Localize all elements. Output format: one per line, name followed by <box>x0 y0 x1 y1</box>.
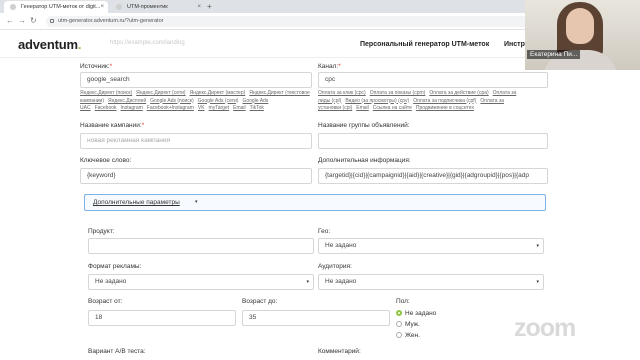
preset-link[interactable]: Оплата за клик (cpc) <box>318 90 366 96</box>
preset-link[interactable]: Ссылка на сайте <box>373 105 412 111</box>
close-tab-icon[interactable]: × <box>100 1 104 13</box>
age-from-label: Возраст от: <box>88 298 123 305</box>
preset-link[interactable]: Яндекс.Директ (сети) <box>136 90 185 96</box>
preset-link[interactable]: Продвижение в соцсетях <box>416 105 474 111</box>
favicon-icon <box>10 4 16 10</box>
geo-select-value: Не задано <box>325 242 357 249</box>
age-to-label: Возраст до: <box>242 298 278 305</box>
adgroup-input[interactable] <box>318 133 548 149</box>
close-tab-icon[interactable]: × <box>197 1 201 13</box>
extra-info-label: Дополнительная информация: <box>318 157 411 164</box>
radio-icon <box>396 332 402 338</box>
preset-link[interactable]: VK <box>198 105 205 111</box>
ab-test-label: Вариант А/В теста: <box>88 348 146 355</box>
age-from-input[interactable]: 18 <box>88 310 236 326</box>
preset-link[interactable]: Оплата за <box>480 98 504 104</box>
favicon-icon <box>116 4 122 10</box>
preset-link[interactable]: Email <box>356 105 369 111</box>
campaign-input[interactable]: новая рекламная кампания <box>80 133 312 149</box>
gender-radio-female[interactable]: Жен. <box>396 332 420 339</box>
back-arrow-icon[interactable]: ← <box>6 15 14 27</box>
browser-tab-utm-generator[interactable]: Генератор UTM-меток от digit... × <box>4 1 108 13</box>
preset-link[interactable]: Яндекс.Директ (текстовое <box>249 90 309 96</box>
chevron-down-icon: ▾ <box>536 279 539 285</box>
source-input[interactable]: google_search <box>80 72 312 88</box>
geo-label: Гео: <box>318 228 331 235</box>
channel-label: Канал:* <box>318 63 341 70</box>
adventum-logo[interactable]: adventum. <box>18 37 81 52</box>
preset-link[interactable]: Instagram <box>121 105 143 111</box>
chevron-down-icon: ▾ <box>195 199 198 205</box>
preset-link[interactable]: установки (cpi) <box>318 105 352 111</box>
preset-link[interactable]: Яндекс.Директ (мастер) <box>190 90 246 96</box>
lock-icon <box>50 19 54 23</box>
ad-format-label: Формат рекламы: <box>88 263 142 270</box>
product-label: Продукт: <box>88 228 115 235</box>
gender-radio-male[interactable]: Муж. <box>396 321 420 328</box>
preset-link[interactable]: Email <box>233 105 246 111</box>
browser-tab-utm-promentik[interactable]: UTM-проментик × <box>110 1 205 13</box>
preset-link[interactable]: Google Ads <box>242 98 268 104</box>
landing-url-placeholder[interactable]: https://example.com/landing <box>110 40 185 46</box>
gender-radio-unset[interactable]: Не задано <box>396 310 436 317</box>
chevron-down-icon: ▾ <box>306 279 309 285</box>
preset-link[interactable]: Яндекс.Дисплей <box>108 98 146 104</box>
participant-face <box>566 8 594 44</box>
campaign-label: Название кампании:* <box>80 122 145 129</box>
preset-link[interactable]: Оплата за <box>493 90 517 96</box>
audience-select-value: Не задано <box>325 278 357 285</box>
ad-format-select-value: Не задано <box>95 278 127 285</box>
preset-link[interactable]: Оплата за показы (cpm) <box>370 90 426 96</box>
audience-select[interactable]: Не задано ▾ <box>318 274 544 290</box>
preset-link[interactable]: Google Ads (сети) <box>198 98 239 104</box>
channel-presets: Оплата за клик (cpc) Оплата за показы (cp… <box>318 90 550 113</box>
keyword-input[interactable]: {keyword} <box>80 168 312 184</box>
channel-input[interactable]: cpc <box>318 72 548 88</box>
comment-label: Комментарий: <box>318 348 361 355</box>
preset-link[interactable]: TikTok <box>250 105 264 111</box>
preset-link[interactable]: Facebook+Instagram <box>147 105 194 111</box>
preset-link[interactable]: лиды (cpl) <box>318 98 341 104</box>
product-input[interactable] <box>88 238 314 254</box>
webcam-video: Екатерина Пи... <box>525 0 640 70</box>
preset-link[interactable]: Видео (за просмотры) (cpv) <box>345 98 409 104</box>
adgroup-label: Название группы объявлений: <box>318 122 410 129</box>
source-presets: Яндекс.Директ (поиск) Яндекс.Директ (сети… <box>80 90 314 113</box>
preset-link[interactable]: Оплата за действие (cpa) <box>429 90 488 96</box>
browser-tab-label: Генератор UTM-меток от digit... <box>21 4 101 10</box>
participant-name: Екатерина Пи... <box>527 50 581 59</box>
geo-select[interactable]: Не задано ▾ <box>318 238 544 254</box>
preset-link[interactable]: Google Ads (поиск) <box>150 98 194 104</box>
nav-utm-generator[interactable]: Персональный генератор UTM-меток <box>360 41 489 48</box>
radio-icon <box>396 321 402 327</box>
preset-link[interactable]: кампании) <box>80 98 104 104</box>
preset-link[interactable]: UAC <box>80 105 91 111</box>
extra-info-input[interactable]: {targetid}|{cid}|{campaignid}|{aid}|{cre… <box>318 168 548 184</box>
gender-label: Пол: <box>396 298 410 305</box>
age-to-input[interactable]: 35 <box>242 310 390 326</box>
forward-arrow-icon[interactable]: → <box>18 15 26 27</box>
preset-link[interactable]: Оплата за подписчика (cpf) <box>413 98 476 104</box>
additional-params-toggle[interactable]: Дополнительные параметры ▾ <box>84 194 546 211</box>
source-label: Источник:* <box>80 63 113 70</box>
keyword-label: Ключевое слово: <box>80 157 132 164</box>
radio-selected-icon <box>396 310 402 316</box>
preset-link[interactable]: myTarget <box>209 105 230 111</box>
ad-format-select[interactable]: Не задано ▾ <box>88 274 314 290</box>
audience-label: Аудитория: <box>318 263 352 270</box>
url-field[interactable]: utm-generator.adventum.ru/?utm-generator <box>46 16 551 27</box>
preset-link[interactable]: Facebook <box>95 105 117 111</box>
preset-link[interactable]: Яндекс.Директ (поиск) <box>80 90 132 96</box>
additional-params-label: Дополнительные параметры <box>93 199 180 206</box>
screen: { "browser": { "tabs": [ {"label": "Гене… <box>0 0 640 360</box>
reload-icon[interactable]: ↻ <box>30 15 37 27</box>
chevron-down-icon: ▾ <box>536 243 539 249</box>
browser-tab-label: UTM-проментик <box>127 4 168 10</box>
zoom-watermark: zoom <box>514 314 576 342</box>
new-tab-button[interactable]: + <box>207 0 212 13</box>
